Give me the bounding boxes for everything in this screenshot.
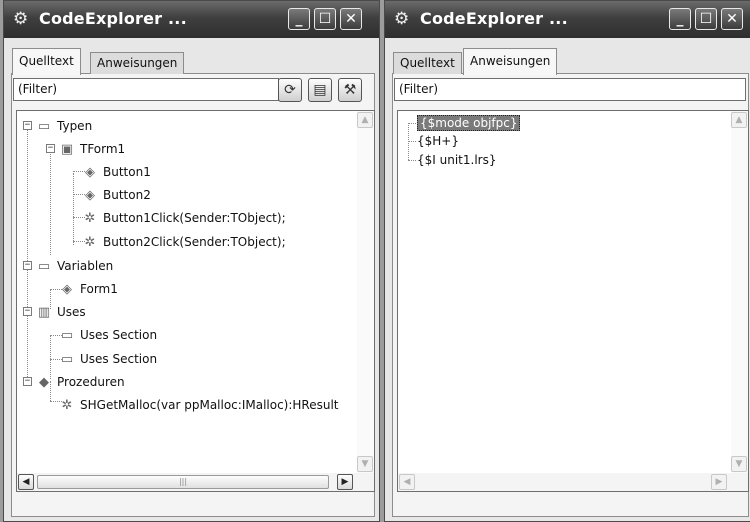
- tree-node-label: Form1: [80, 282, 118, 296]
- expander-typen[interactable]: −: [23, 121, 32, 130]
- folder-icon: ▭: [37, 119, 51, 134]
- close-button[interactable]: ✕: [340, 8, 362, 30]
- tree-node-label: Uses: [57, 305, 86, 319]
- app-icon: ⚙: [13, 9, 29, 29]
- settings-icon: ⚒: [343, 82, 357, 98]
- field-icon: ◈: [85, 188, 95, 203]
- window-title: CodeExplorer ...: [39, 9, 187, 28]
- tree-line: [73, 173, 74, 245]
- tree-node-label: Button1Click(Sender:TObject);: [103, 211, 286, 225]
- settings-button[interactable]: ⚒: [338, 78, 362, 102]
- window-title: CodeExplorer ...: [420, 9, 568, 28]
- title-bar[interactable]: ⚙ CodeExplorer ... _ ☐ ✕: [385, 1, 750, 38]
- title-bar[interactable]: ⚙ CodeExplorer ... _ ☐ ✕: [4, 1, 379, 38]
- tree-node-label: Uses Section: [80, 328, 158, 342]
- tree-node-label: Button1: [103, 165, 151, 179]
- tree-node-form1[interactable]: ◈ Form1: [58, 279, 118, 299]
- scroll-right-arrow[interactable]: ▶: [337, 474, 353, 490]
- tree-node-label: Uses Section: [80, 352, 158, 366]
- folder-icon: ▭: [37, 259, 51, 274]
- tree-node-uses-section-2[interactable]: ▭ Uses Section: [58, 349, 157, 369]
- tree-node-uses[interactable]: ▥ Uses: [35, 302, 86, 322]
- tree-node-button1click[interactable]: ✲ Button1Click(Sender:TObject);: [81, 208, 286, 228]
- tree-node-uses-section-1[interactable]: ▭ Uses Section: [58, 325, 157, 345]
- scroll-left-arrow[interactable]: ◀: [18, 474, 34, 490]
- refresh-icon: ⟳: [284, 82, 296, 98]
- vertical-scrollbar[interactable]: ▲ ▼: [357, 111, 374, 473]
- tree-node-prozeduren[interactable]: ◆ Prozeduren: [35, 372, 125, 392]
- tree-node-label: Typen: [57, 119, 93, 133]
- tab-anweisungen[interactable]: Anweisungen: [463, 48, 558, 75]
- tree-node-tform1[interactable]: ▣ TForm1: [58, 139, 125, 159]
- tree-node-label: Button2: [103, 188, 151, 202]
- code-tree[interactable]: − − − − − ▭ Typen ▣ TForm1 ◈ Button1 ◈ Butto…: [16, 110, 375, 492]
- horizontal-scrollbar[interactable]: ◀ ||| ▶: [17, 473, 374, 491]
- tree-node-typen[interactable]: ▭ Typen: [35, 116, 92, 136]
- expander-tform1[interactable]: −: [46, 144, 55, 153]
- tree-node-button1[interactable]: ◈ Button1: [81, 162, 151, 182]
- filter-input[interactable]: (Filter): [394, 78, 746, 101]
- method-icon: ✲: [61, 398, 73, 413]
- folder-icon: ▭: [60, 352, 74, 367]
- tree-node-label: {$I unit1.lrs}: [417, 153, 497, 167]
- tree-node-shgetmalloc[interactable]: ✲ SHGetMalloc(var ppMalloc:IMalloc):HResu…: [58, 395, 339, 415]
- close-button[interactable]: ✕: [721, 8, 743, 30]
- maximize-button[interactable]: ☐: [695, 8, 717, 30]
- vertical-scrollbar[interactable]: ▲ ▼: [731, 111, 748, 473]
- scroll-up-arrow[interactable]: ▲: [731, 112, 747, 128]
- tree-node-label: {$H+}: [417, 134, 459, 148]
- scroll-down-arrow[interactable]: ▼: [731, 456, 747, 472]
- tree-line: [50, 149, 51, 255]
- tree-node-label: Prozeduren: [57, 375, 125, 389]
- refresh-button[interactable]: ⟳: [278, 78, 302, 102]
- tab-anweisungen[interactable]: Anweisungen: [90, 52, 185, 74]
- expander-uses[interactable]: −: [23, 307, 32, 316]
- minimize-button[interactable]: _: [669, 8, 691, 30]
- scroll-down-arrow[interactable]: ▼: [357, 456, 373, 472]
- scroll-thumb[interactable]: |||: [37, 475, 329, 489]
- scroll-up-arrow[interactable]: ▲: [357, 112, 373, 128]
- expander-prozeduren[interactable]: −: [23, 377, 32, 386]
- app-icon: ⚙: [394, 9, 410, 29]
- folder-icon: ▭: [60, 328, 74, 343]
- tree-node-include-lrs[interactable]: {$I unit1.lrs}: [417, 150, 496, 170]
- tree-node-h-plus[interactable]: {$H+}: [417, 131, 459, 151]
- tab-quelltext[interactable]: Quelltext: [12, 48, 81, 75]
- tree-node-variablen[interactable]: ▭ Variablen: [35, 256, 113, 276]
- directive-tree[interactable]: {$mode objfpc} {$H+} {$I unit1.lrs} ▲ ▼ …: [397, 110, 749, 492]
- method-icon: ✲: [84, 211, 96, 226]
- tree-node-label: SHGetMalloc(var ppMalloc:IMalloc):HResul…: [80, 398, 339, 412]
- tree-node-label: Button2Click(Sender:TObject);: [103, 235, 286, 249]
- code-explorer-window-left: ⚙ CodeExplorer ... _ ☐ ✕ Quelltext Anwei…: [3, 0, 380, 522]
- code-explorer-window-right: ⚙ CodeExplorer ... _ ☐ ✕ Quelltext Anwei…: [384, 0, 750, 522]
- scroll-left-arrow[interactable]: ◀: [399, 474, 415, 490]
- tree-node-button2click[interactable]: ✲ Button2Click(Sender:TObject);: [81, 232, 286, 252]
- field-icon: ◈: [85, 165, 95, 180]
- tree-line: [408, 123, 416, 124]
- class-icon: ▣: [60, 142, 74, 157]
- tree-node-label: Variablen: [57, 259, 114, 273]
- tree-node-mode-objfpc[interactable]: {$mode objfpc}: [417, 113, 521, 133]
- tree-line: [27, 129, 28, 267]
- options-icon: ▤: [313, 82, 327, 98]
- maximize-button[interactable]: ☐: [314, 8, 336, 30]
- expander-variablen[interactable]: −: [23, 261, 32, 270]
- filter-input[interactable]: (Filter): [13, 78, 279, 101]
- scroll-right-arrow[interactable]: ▶: [711, 474, 727, 490]
- method-icon: ✲: [84, 235, 96, 250]
- tree-line: [408, 160, 416, 161]
- options-button[interactable]: ▤: [308, 78, 332, 102]
- field-icon: ◈: [62, 282, 72, 297]
- horizontal-scrollbar[interactable]: ◀ ▶: [398, 473, 748, 491]
- tree-node-button2[interactable]: ◈ Button2: [81, 185, 151, 205]
- tree-line: [408, 141, 416, 142]
- tree-line: [27, 313, 28, 383]
- tree-node-label: TForm1: [80, 142, 126, 156]
- tree-node-label: {$mode objfpc}: [417, 115, 521, 131]
- book-icon: ▥: [37, 305, 51, 320]
- minimize-button[interactable]: _: [288, 8, 310, 30]
- procedure-icon: ◆: [39, 375, 49, 390]
- tab-quelltext[interactable]: Quelltext: [393, 52, 462, 74]
